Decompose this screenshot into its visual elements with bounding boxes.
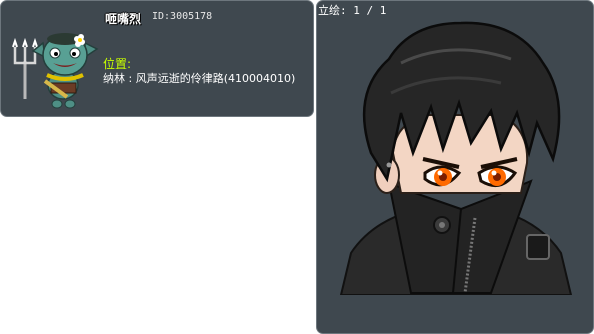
location-value: 纳林 : 风声远逝的伶律路(410004010) xyxy=(103,72,296,85)
dark-haired-boy-portrait-icon xyxy=(339,21,573,295)
npc-id: ID:3005178 xyxy=(152,11,213,22)
goblin-npc-sprite-icon xyxy=(12,33,99,109)
npc-info-panel: 咂嘴烈 ID:3005178 位置: 纳林 : 风声远逝的伶律路(4100040… xyxy=(0,0,314,117)
standing-art-panel: 立绘: 1 / 1 xyxy=(316,0,594,334)
npc-name: 咂嘴烈 xyxy=(105,12,142,26)
